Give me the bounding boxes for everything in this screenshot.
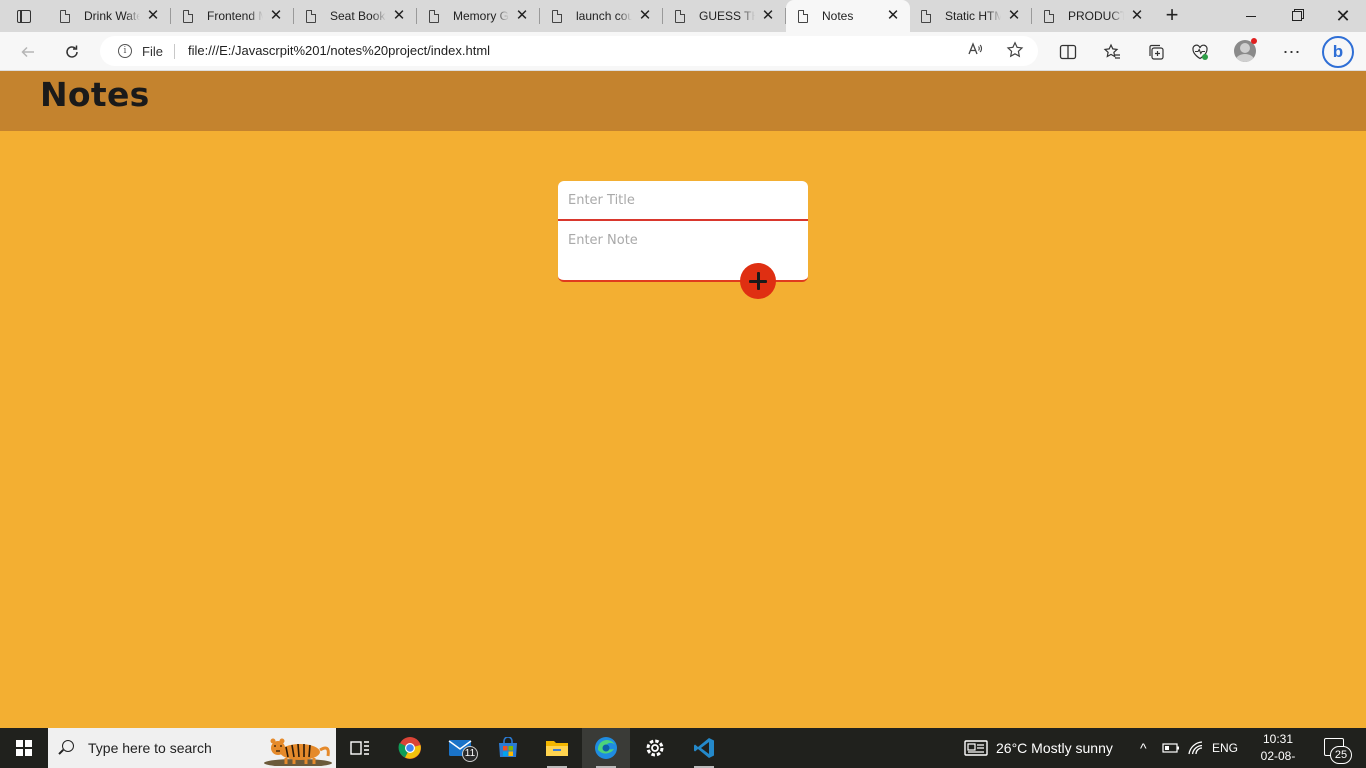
page-title: Notes	[40, 75, 150, 114]
file-icon	[798, 9, 808, 23]
microsoft-store-icon[interactable]	[484, 728, 532, 768]
notification-count: 25	[1330, 746, 1352, 764]
mail-badge: 11	[462, 746, 478, 762]
back-arrow-icon[interactable]	[14, 38, 42, 66]
browser-essentials-icon[interactable]	[1186, 38, 1214, 66]
browser-tab[interactable]: Static HTML ✕	[909, 0, 1032, 32]
tab-close-icon[interactable]: ✕	[392, 8, 406, 23]
window-close-button[interactable]: ✕	[1320, 0, 1366, 32]
restore-button[interactable]	[1274, 0, 1320, 32]
newspaper-icon	[964, 740, 988, 756]
tab-close-icon[interactable]: ✕	[1130, 8, 1144, 23]
browser-toolbar: i File file:///E:/Javascrpit%201/notes%2…	[0, 32, 1366, 71]
file-icon	[675, 9, 685, 23]
site-info-label[interactable]: File	[142, 44, 163, 59]
tab-title: Drink Water Tracker	[84, 9, 140, 23]
favorites-icon[interactable]	[1098, 38, 1126, 66]
start-button[interactable]	[0, 728, 48, 768]
add-note-button[interactable]	[740, 263, 776, 299]
tab-title: Seat Booking	[330, 9, 386, 23]
settings-gear-icon[interactable]	[631, 728, 679, 768]
tray-chevron-up-icon[interactable]: ^	[1140, 728, 1147, 768]
file-icon	[921, 9, 931, 23]
edge-icon[interactable]	[582, 728, 630, 768]
file-icon	[1044, 9, 1054, 23]
bing-copilot-icon[interactable]: b	[1322, 36, 1354, 68]
browser-tab[interactable]: launch countdown ✕	[540, 0, 663, 32]
tab-close-icon[interactable]: ✕	[638, 8, 652, 23]
collections-icon[interactable]	[1142, 38, 1170, 66]
language-indicator[interactable]: ENG	[1212, 728, 1238, 768]
new-tab-button[interactable]: +	[1160, 4, 1184, 28]
file-explorer-icon[interactable]	[533, 728, 581, 768]
url-text[interactable]: file:///E:/Javascrpit%201/notes%20projec…	[188, 43, 490, 58]
tab-close-icon[interactable]: ✕	[761, 8, 775, 23]
search-icon	[62, 740, 74, 752]
browser-tab[interactable]: Memory Game ✕	[417, 0, 540, 32]
browser-tab[interactable]: GUESS THE NUMBER ✕	[663, 0, 786, 32]
taskbar-clock[interactable]: 10:31 02-08-2023	[1248, 731, 1308, 768]
taskbar-search[interactable]: Type here to search	[48, 728, 336, 768]
split-screen-icon[interactable]	[1054, 38, 1082, 66]
tiger-illustration-icon	[264, 738, 332, 766]
browser-tab[interactable]: Frontend Mentor ✕	[171, 0, 294, 32]
page-header: Notes	[0, 71, 1366, 131]
browser-tab-active[interactable]: Notes ✕	[786, 0, 910, 32]
windows-taskbar: Type here to search 11 26°C Mostly sunny…	[0, 728, 1366, 768]
clock-time: 10:31	[1262, 732, 1294, 746]
tab-title: GUESS THE NUMBER	[699, 9, 755, 23]
tab-title: launch countdown	[576, 9, 632, 23]
search-placeholder: Type here to search	[88, 740, 212, 756]
file-icon	[429, 9, 439, 23]
task-view-icon[interactable]	[336, 728, 384, 768]
tab-title: PRODUCTS	[1068, 9, 1124, 23]
tab-close-icon[interactable]: ✕	[515, 8, 529, 23]
tab-close-icon[interactable]: ✕	[886, 8, 900, 23]
browser-tab[interactable]: Drink Water Tracker ✕	[48, 0, 171, 32]
file-icon	[183, 9, 193, 23]
info-icon[interactable]: i	[118, 44, 132, 58]
windows-logo-icon	[16, 740, 32, 756]
file-icon	[306, 9, 316, 23]
notes-page: Notes	[0, 71, 1366, 728]
wifi-icon[interactable]	[1188, 728, 1204, 768]
note-title-input[interactable]	[558, 181, 808, 221]
note-form	[558, 181, 808, 282]
tab-actions-icon[interactable]	[8, 4, 40, 28]
battery-icon[interactable]	[1162, 728, 1180, 768]
chrome-icon[interactable]	[386, 728, 434, 768]
browser-tab[interactable]: Seat Booking ✕	[294, 0, 417, 32]
browser-tab-strip: Drink Water Tracker ✕ Frontend Mentor ✕ …	[0, 0, 1366, 32]
tab-close-icon[interactable]: ✕	[146, 8, 160, 23]
tab-title: Static HTML	[945, 9, 1001, 23]
mail-icon[interactable]: 11	[436, 728, 484, 768]
weather-widget[interactable]: 26°C Mostly sunny	[964, 728, 1113, 768]
read-aloud-icon[interactable]	[964, 41, 986, 61]
clock-date: 02-08-2023	[1260, 749, 1296, 768]
address-bar[interactable]: i File file:///E:/Javascrpit%201/notes%2…	[100, 36, 1038, 66]
minimize-button[interactable]	[1228, 0, 1274, 32]
more-menu-icon[interactable]: ⋯	[1278, 38, 1306, 66]
plus-icon	[749, 272, 767, 290]
tab-close-icon[interactable]: ✕	[269, 8, 283, 23]
file-icon	[552, 9, 562, 23]
vscode-icon[interactable]	[680, 728, 728, 768]
profile-notification-dot	[1251, 38, 1257, 44]
tab-title: Memory Game	[453, 9, 509, 23]
browser-tab[interactable]: PRODUCTS ✕	[1032, 0, 1154, 32]
refresh-icon[interactable]	[58, 38, 86, 66]
tab-title: Frontend Mentor	[207, 9, 263, 23]
tab-title: Notes	[822, 9, 854, 23]
weather-text: 26°C Mostly sunny	[996, 740, 1113, 756]
favorite-star-icon[interactable]	[1004, 41, 1026, 61]
file-icon	[60, 9, 70, 23]
tab-close-icon[interactable]: ✕	[1007, 8, 1021, 23]
